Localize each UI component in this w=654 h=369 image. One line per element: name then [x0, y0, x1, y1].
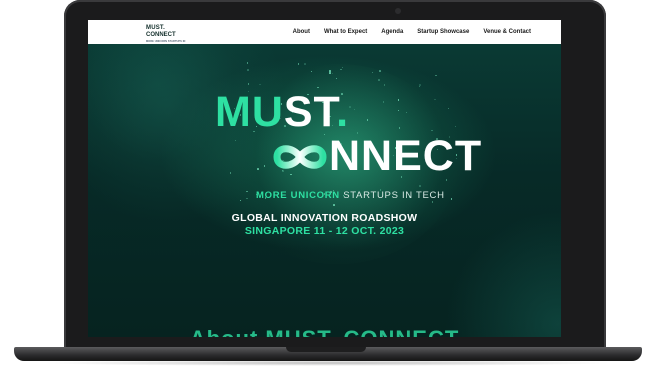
hero-title-connect: NNECT	[329, 132, 483, 180]
laptop-notch	[286, 347, 366, 352]
must-connect-logo[interactable]: MUST. CONNECT MORE UNICORN STARTUPS IN T…	[146, 25, 186, 49]
event-dates: SINGAPORE 11 - 12 OCT. 2023	[244, 225, 405, 237]
camera-icon	[395, 8, 401, 14]
particle-dot	[379, 70, 381, 72]
particle-dot	[397, 99, 400, 101]
logo-line-2: CONNECT	[146, 32, 176, 38]
particle-dot	[329, 70, 331, 72]
particle-dot	[257, 168, 259, 170]
nav-link-venue-contact[interactable]: Venue & Contact	[483, 29, 531, 35]
particle-dot	[366, 119, 369, 121]
particle-dot	[329, 72, 331, 74]
nav-link-startup-showcase[interactable]: Startup Showcase	[417, 29, 469, 35]
main-nav: About What to Expect Agenda Startup Show…	[293, 20, 531, 44]
particle-dot	[259, 83, 261, 86]
particle-dot	[247, 69, 249, 71]
particle-dot	[398, 127, 401, 129]
hero-title-accent: MU	[215, 88, 284, 136]
particle-dot	[297, 63, 300, 65]
particle-dot	[454, 125, 457, 128]
particle-dot	[450, 198, 453, 200]
hero-subtitle-rest: STARTUPS IN TECH	[339, 190, 445, 201]
particle-dot	[382, 101, 385, 103]
nav-link-about[interactable]: About	[293, 29, 310, 35]
section-heading-about: About MUST. CONNECT	[88, 326, 561, 337]
particle-dot	[263, 165, 266, 167]
hero-title-line-1: MUST.	[215, 91, 349, 134]
particle-dot	[418, 85, 421, 88]
hero-subtitle-accent: MORE UNICORN	[256, 190, 340, 201]
particle-dot	[349, 106, 351, 108]
hero-title-dot: .	[336, 88, 350, 136]
laptop-shadow	[40, 360, 614, 366]
particle-dot	[304, 63, 306, 65]
nav-link-what-to-expect[interactable]: What to Expect	[324, 29, 367, 35]
hero-title-line-2: NNECT	[269, 135, 482, 178]
particle-dot	[419, 185, 421, 187]
hero-banner: MUST. NNECT MORE UNICORN STARTUPS IN TEC…	[88, 44, 561, 337]
particle-dot	[431, 129, 433, 132]
particle-dot	[383, 84, 386, 86]
event-name: GLOBAL INNOVATION ROADSHOW	[231, 212, 418, 224]
particle-dot	[435, 74, 437, 77]
particle-dot	[333, 204, 335, 206]
nav-link-agenda[interactable]: Agenda	[381, 29, 403, 35]
particle-dot	[447, 107, 450, 110]
site-header: MUST. CONNECT MORE UNICORN STARTUPS IN T…	[88, 20, 561, 49]
hero-title-rest: ST	[283, 88, 337, 136]
particle-dot	[340, 68, 342, 71]
particle-dot	[331, 72, 334, 75]
browser-screen: MUST. CONNECT MORE UNICORN STARTUPS IN T…	[88, 20, 561, 337]
particle-dot	[247, 83, 250, 85]
logo-line-1: MUST.	[146, 25, 165, 31]
hero-subtitle: MORE UNICORN STARTUPS IN TECH	[256, 190, 445, 201]
particle-dot	[378, 79, 380, 81]
particle-dot	[434, 98, 436, 101]
